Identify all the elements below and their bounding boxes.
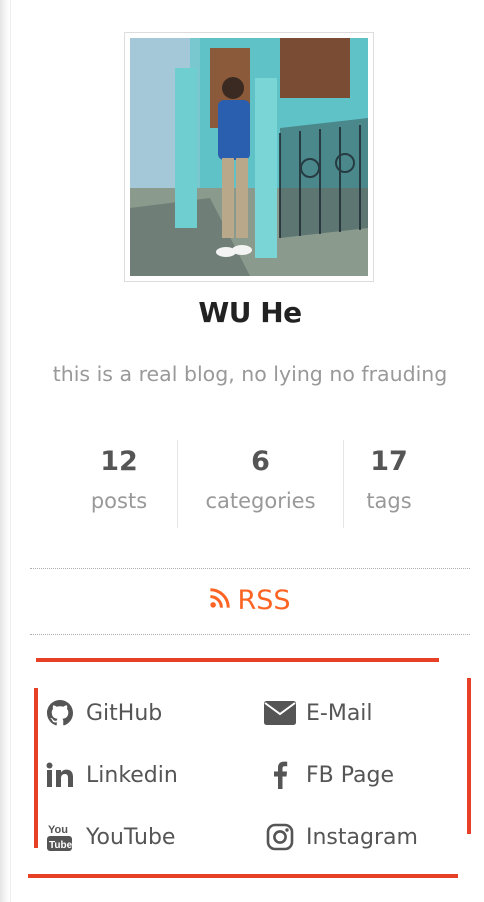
stat-categories[interactable]: 6 categories xyxy=(178,440,343,528)
svg-text:You: You xyxy=(48,824,68,836)
social-link-instagram[interactable]: Instagram xyxy=(264,820,418,854)
avatar-photo xyxy=(130,38,368,276)
linkedin-icon xyxy=(44,760,76,790)
social-link-email[interactable]: E-Mail xyxy=(264,696,373,730)
stat-posts-count: 12 xyxy=(100,446,138,477)
stat-posts[interactable]: 12 posts xyxy=(60,440,178,528)
social-label-linkedin: Linkedin xyxy=(86,762,178,788)
stat-tags[interactable]: 17 tags xyxy=(344,440,434,528)
annotation-line-left xyxy=(34,688,38,848)
instagram-icon xyxy=(264,822,296,852)
youtube-icon: You Tube xyxy=(44,822,76,852)
site-stats: 12 posts 6 categories 17 tags xyxy=(60,440,440,530)
social-label-github: GitHub xyxy=(86,700,163,726)
social-link-facebook[interactable]: FB Page xyxy=(264,758,394,792)
annotation-line-top xyxy=(36,658,439,662)
stat-categories-label: categories xyxy=(205,489,316,513)
envelope-icon xyxy=(264,698,296,728)
github-icon xyxy=(44,698,76,728)
svg-text:Tube: Tube xyxy=(49,840,73,851)
social-label-facebook: FB Page xyxy=(306,762,394,788)
social-link-linkedin[interactable]: Linkedin xyxy=(44,758,178,792)
rss-label: RSS xyxy=(237,584,291,616)
rss-link[interactable]: RSS xyxy=(0,584,484,616)
social-label-email: E-Mail xyxy=(306,700,373,726)
stat-categories-count: 6 xyxy=(251,446,270,477)
author-name: WU He xyxy=(198,296,302,329)
stat-posts-label: posts xyxy=(90,489,148,513)
author-description: this is a real blog, no lying no fraudin… xyxy=(52,362,448,386)
annotation-line-bottom xyxy=(28,874,458,878)
divider-top xyxy=(30,568,470,569)
stat-tags-label: tags xyxy=(366,489,412,513)
annotation-line-right xyxy=(467,678,471,834)
social-link-github[interactable]: GitHub xyxy=(44,696,162,730)
facebook-icon xyxy=(264,760,296,790)
social-label-instagram: Instagram xyxy=(306,824,418,850)
social-label-youtube: YouTube xyxy=(86,824,176,850)
page-edge-shadow xyxy=(0,0,11,902)
rss-icon xyxy=(209,584,231,616)
social-link-youtube[interactable]: You Tube YouTube xyxy=(44,820,175,854)
author-avatar xyxy=(124,32,374,282)
divider-bottom xyxy=(30,634,470,635)
stat-tags-count: 17 xyxy=(370,446,408,477)
